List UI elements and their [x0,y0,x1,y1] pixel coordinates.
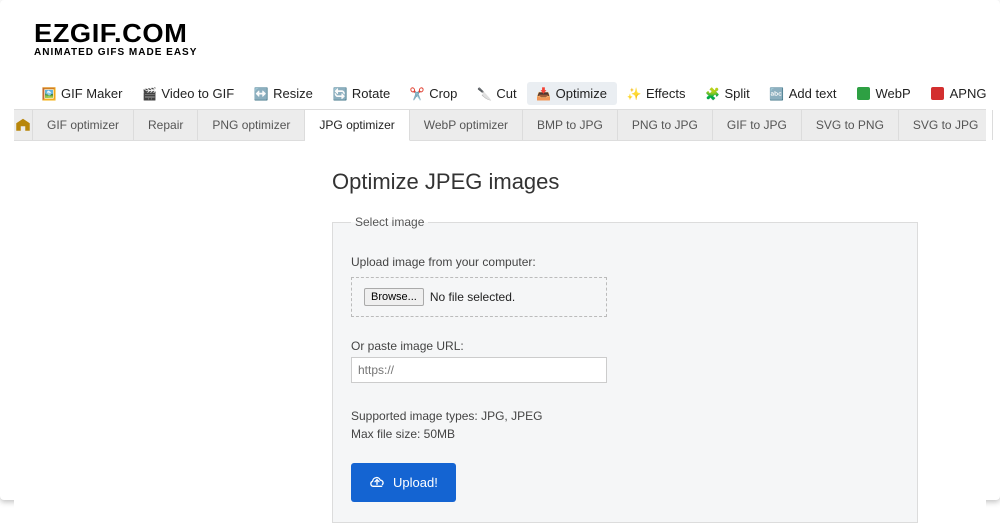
webp-icon [856,87,870,101]
nav-label: WebP [875,86,910,101]
tab-gif-to-jpg[interactable]: GIF to JPG [713,110,802,140]
upload-button-label: Upload! [393,475,438,490]
support-info: Supported image types: JPG, JPEG Max fil… [351,407,899,443]
sub-nav: GIF optimizer Repair PNG optimizer JPG o… [14,109,986,141]
image-icon: 🖼️ [42,87,56,101]
nav-gif-maker[interactable]: 🖼️ GIF Maker [32,82,132,105]
nav-add-text[interactable]: 🔤 Add text [760,82,847,105]
nav-effects[interactable]: ✨ Effects [617,82,696,105]
tab-label: GIF to JPG [727,118,787,132]
text-icon: 🔤 [770,87,784,101]
tab-svg-to-png[interactable]: SVG to PNG [802,110,899,140]
nav-label: Rotate [352,86,390,101]
main-content: Optimize JPEG images Select image Upload… [14,141,986,523]
site-logo[interactable]: EZGIF.COM ANIMATED GIFS MADE EASY [14,16,986,58]
tab-label: Repair [148,118,183,132]
url-label: Or paste image URL: [351,339,899,353]
nav-rotate[interactable]: 🔄 Rotate [323,82,400,105]
max-size-text: Max file size: 50MB [351,425,899,443]
file-drop-zone[interactable]: Browse... No file selected. [351,277,607,317]
nav-optimize[interactable]: 📥 Optimize [527,82,617,105]
tab-gif-optimizer[interactable]: GIF optimizer [33,110,134,140]
tab-label: PNG optimizer [212,118,290,132]
nav-label: Cut [496,86,516,101]
logo-tagline: ANIMATED GIFS MADE EASY [34,48,986,58]
tab-label: GIF optimizer [47,118,119,132]
upload-row: Upload image from your computer: Browse.… [351,255,899,317]
split-icon: 🧩 [705,87,719,101]
logo-main-text: EZGIF.COM [34,20,1000,46]
upload-button[interactable]: Upload! [351,463,456,502]
url-input[interactable] [351,357,607,383]
nav-cut[interactable]: 🔪 Cut [467,82,526,105]
nav-webp[interactable]: WebP [846,82,920,105]
sub-nav-home[interactable] [14,110,33,140]
nav-label: APNG [950,86,987,101]
fieldset-legend: Select image [351,215,428,229]
nav-avif[interactable]: 🔺AVIF [996,82,1000,105]
page-heading: Optimize JPEG images [332,169,986,195]
file-status-text: No file selected. [430,290,515,304]
primary-nav: 🖼️ GIF Maker 🎬 Video to GIF ↔️ Resize 🔄 Rota… [14,58,986,109]
tab-label: JPG optimizer [319,118,394,132]
tab-bmp-to-jpg[interactable]: BMP to JPG [523,110,618,140]
tab-label: SVG to PNG [816,118,884,132]
browse-button[interactable]: Browse... [364,288,424,306]
nav-label: Add text [789,86,837,101]
nav-label: Video to GIF [161,86,234,101]
nav-apng[interactable]: APNG [921,82,997,105]
select-image-fieldset: Select image Upload image from your comp… [332,215,918,523]
page-inner: EZGIF.COM ANIMATED GIFS MADE EASY 🖼️ GIF … [14,8,986,523]
cloud-upload-icon [369,473,385,492]
nav-resize[interactable]: ↔️ Resize [244,82,323,105]
tab-png-to-jpg[interactable]: PNG to JPG [618,110,713,140]
tab-repair[interactable]: Repair [134,110,198,140]
cut-icon: 🔪 [477,87,491,101]
tab-label: PNG to JPG [632,118,698,132]
nav-label: Crop [429,86,457,101]
tab-label: WebP optimizer [424,118,508,132]
upload-label: Upload image from your computer: [351,255,899,269]
nav-label: Resize [273,86,313,101]
apng-icon [931,87,945,101]
nav-label: Effects [646,86,686,101]
resize-icon: ↔️ [254,87,268,101]
page-container: EZGIF.COM ANIMATED GIFS MADE EASY 🖼️ GIF … [0,0,1000,500]
crop-icon: ✂️ [410,87,424,101]
nav-crop[interactable]: ✂️ Crop [400,82,467,105]
nav-label: Split [724,86,749,101]
tab-png-optimizer[interactable]: PNG optimizer [198,110,305,140]
tab-webp-optimizer[interactable]: WebP optimizer [410,110,523,140]
home-icon [14,117,32,134]
url-row: Or paste image URL: [351,339,899,383]
film-icon: 🎬 [142,87,156,101]
nav-label: Optimize [556,86,607,101]
optimize-icon: 📥 [537,87,551,101]
nav-video-to-gif[interactable]: 🎬 Video to GIF [132,82,244,105]
tab-svg-to-jpg[interactable]: SVG to JPG [899,110,993,140]
tab-label: SVG to JPG [913,118,978,132]
rotate-icon: 🔄 [333,87,347,101]
tab-jpg-optimizer[interactable]: JPG optimizer [305,110,409,141]
tab-label: BMP to JPG [537,118,603,132]
effects-icon: ✨ [627,87,641,101]
supported-types-text: Supported image types: JPG, JPEG [351,407,899,425]
nav-label: GIF Maker [61,86,122,101]
nav-split[interactable]: 🧩 Split [695,82,759,105]
